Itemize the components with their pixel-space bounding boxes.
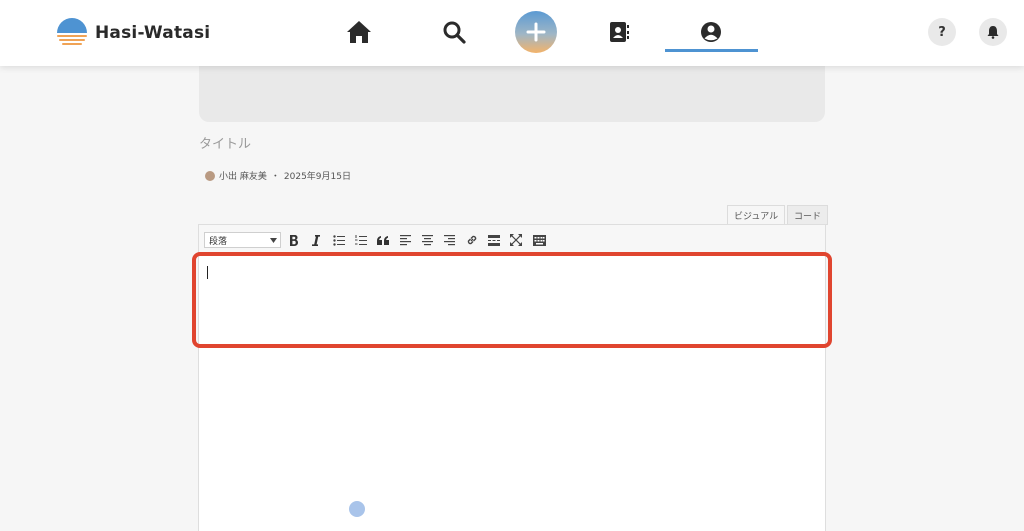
help-label: ? [938, 24, 946, 40]
notifications-button[interactable] [979, 18, 1007, 46]
bold-button[interactable] [286, 232, 302, 248]
contact-book-icon [610, 22, 629, 42]
post-meta: 小出 麻友美 ・ 2025年9月15日 [205, 169, 351, 182]
page: Hasi-Watasi ? タイトル 小出 麻友美 ・ 2025年9月15日 ビ… [0, 0, 1024, 531]
toolbar-toggle-button[interactable] [531, 232, 547, 248]
active-tab-indicator [665, 49, 758, 52]
user-circle-icon [701, 22, 721, 42]
align-left-button[interactable] [397, 232, 413, 248]
italic-icon [312, 234, 320, 246]
bullet-list-button[interactable] [331, 232, 347, 248]
nav-contacts[interactable] [605, 18, 633, 46]
align-left-icon [399, 234, 411, 245]
nav-profile[interactable] [697, 18, 725, 46]
keyboard-icon [532, 234, 546, 246]
logo-text: Hasi-Watasi [95, 23, 211, 43]
editor-toolbar: 段落 [199, 225, 825, 255]
create-post-button[interactable] [515, 11, 557, 53]
author-name: 小出 麻友美 [219, 172, 267, 182]
post-title-placeholder[interactable]: タイトル [199, 133, 251, 152]
cursor-indicator [349, 501, 365, 517]
meta-separator: ・ [270, 172, 280, 182]
tab-visual[interactable]: ビジュアル [727, 205, 786, 225]
avatar [205, 170, 215, 181]
nav-search[interactable] [440, 18, 468, 46]
text-caret [207, 266, 208, 279]
logo-icon [57, 18, 87, 45]
numbered-list-button[interactable] [353, 232, 369, 248]
fullscreen-button[interactable] [508, 232, 524, 248]
align-right-button[interactable] [441, 232, 457, 248]
link-icon [467, 235, 477, 245]
bold-icon [290, 234, 298, 246]
nav-home[interactable] [345, 18, 373, 46]
help-button[interactable]: ? [928, 18, 956, 46]
format-select-value: 段落 [209, 236, 228, 247]
bullet-list-icon [333, 234, 345, 246]
read-more-icon [488, 234, 500, 246]
bell-icon [987, 26, 999, 39]
top-navbar: Hasi-Watasi ? [0, 0, 1024, 66]
plus-icon [526, 22, 546, 42]
rich-text-editor: 段落 [198, 224, 826, 531]
numbered-list-icon [355, 234, 367, 245]
align-center-icon [421, 234, 433, 245]
logo[interactable]: Hasi-Watasi [55, 16, 210, 50]
home-icon [347, 21, 371, 43]
tab-code[interactable]: コード [787, 205, 829, 225]
align-center-button[interactable] [419, 232, 435, 248]
search-icon [443, 21, 466, 44]
fullscreen-icon [510, 234, 522, 246]
format-select[interactable]: 段落 [204, 232, 281, 248]
quote-icon [377, 235, 389, 245]
chevron-down-icon [270, 237, 277, 243]
link-button[interactable] [464, 232, 480, 248]
align-right-icon [443, 234, 455, 245]
italic-button[interactable] [308, 232, 324, 248]
blockquote-button[interactable] [375, 232, 391, 248]
post-date: 2025年9月15日 [283, 172, 351, 182]
editor-content-area[interactable] [199, 256, 825, 531]
read-more-button[interactable] [486, 232, 502, 248]
